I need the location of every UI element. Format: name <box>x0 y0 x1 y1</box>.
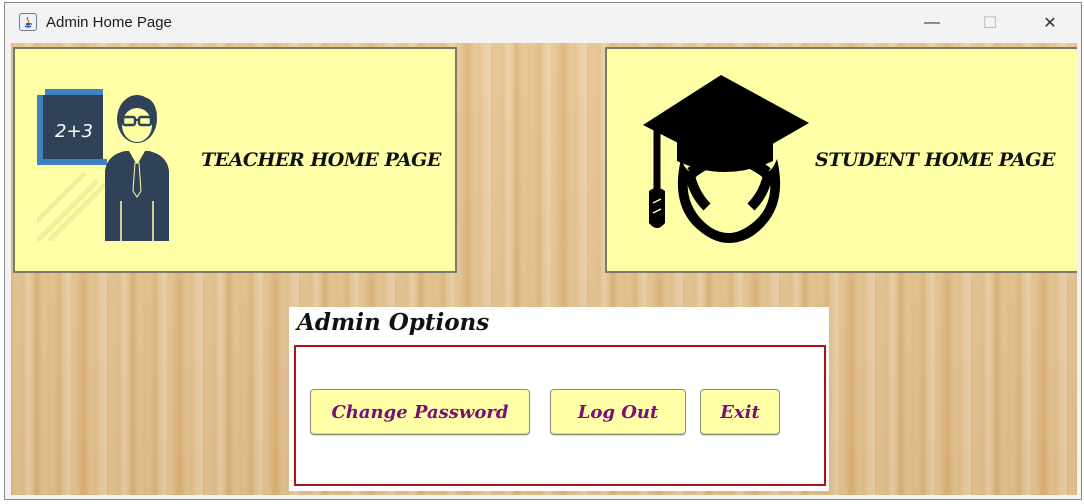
window-title: Admin Home Page <box>46 14 172 31</box>
student-home-label: STUDENT HOME PAGE <box>815 149 1056 171</box>
log-out-button[interactable]: Log Out <box>550 389 686 435</box>
student-home-card[interactable]: STUDENT HOME PAGE <box>605 47 1077 273</box>
maximize-button[interactable]: ☐ <box>961 3 1019 43</box>
graduate-icon <box>641 73 811 253</box>
close-button[interactable]: ✕ <box>1021 3 1079 43</box>
svg-text:2+3: 2+3 <box>55 121 93 142</box>
change-password-button[interactable]: Change Password <box>310 389 530 435</box>
admin-options-title: Admin Options <box>297 309 490 336</box>
wood-background-panel: 2+3 TEACHER HOME PAGE STUDENT HOME PAGE … <box>11 43 1077 495</box>
minimize-button[interactable]: — <box>903 3 961 43</box>
admin-options-box: Change Password Log Out Exit <box>294 345 826 486</box>
admin-options-panel: Admin Options Change Password Log Out Ex… <box>289 307 829 491</box>
teacher-home-label: TEACHER HOME PAGE <box>201 149 441 171</box>
admin-home-window: Admin Home Page — ☐ ✕ 2+3 TEACHER HOME P… <box>4 2 1082 500</box>
teacher-icon: 2+3 <box>25 81 187 246</box>
java-app-icon <box>19 13 37 31</box>
exit-button[interactable]: Exit <box>700 389 780 435</box>
teacher-home-card[interactable]: 2+3 TEACHER HOME PAGE <box>13 47 457 273</box>
title-bar[interactable]: Admin Home Page — ☐ ✕ <box>5 3 1081 43</box>
